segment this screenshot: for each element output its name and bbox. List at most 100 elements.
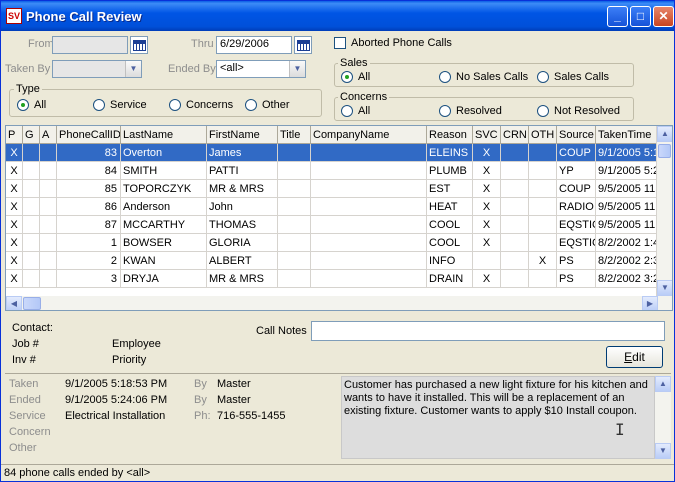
type-concerns-radio[interactable] xyxy=(169,99,181,111)
memo-scrollbar[interactable]: ▲ ▼ xyxy=(655,376,671,459)
title-bar[interactable]: SV Phone Call Review _ □ ✕ xyxy=(1,1,674,31)
taken-by-value: Master xyxy=(217,378,251,390)
type-other-radio[interactable] xyxy=(245,99,257,111)
table-cell xyxy=(278,144,311,162)
call-notes-field[interactable] xyxy=(311,321,665,341)
column-header[interactable]: P xyxy=(6,126,23,144)
scroll-up-icon[interactable]: ▲ xyxy=(657,126,672,142)
table-cell: 84 xyxy=(57,162,121,180)
concerns-not-resolved-radio[interactable] xyxy=(537,105,549,117)
column-header[interactable]: TakenTime xyxy=(596,126,660,144)
minimize-button[interactable]: _ xyxy=(607,6,628,27)
table-cell xyxy=(311,234,427,252)
table-cell xyxy=(23,216,40,234)
type-all-radio[interactable] xyxy=(17,99,29,111)
table-cell: PATTI xyxy=(207,162,278,180)
table-cell xyxy=(40,144,57,162)
column-header[interactable]: CRN xyxy=(501,126,529,144)
table-cell xyxy=(529,216,557,234)
table-cell xyxy=(311,270,427,288)
taken-by-label: Taken By xyxy=(5,63,51,75)
table-cell: 2 xyxy=(57,252,121,270)
edit-button[interactable]: Edit xyxy=(606,346,663,368)
type-group-title: Type xyxy=(14,83,42,95)
other-label: Other xyxy=(9,442,37,454)
from-label: From xyxy=(28,38,54,50)
column-header[interactable]: OTH xyxy=(529,126,557,144)
table-cell xyxy=(278,270,311,288)
table-cell xyxy=(278,198,311,216)
scroll-down-icon[interactable]: ▼ xyxy=(655,443,671,459)
concerns-all-radio[interactable] xyxy=(341,105,353,117)
app-icon[interactable]: SV xyxy=(6,8,22,24)
sales-calls-radio[interactable] xyxy=(537,71,549,83)
table-cell: X xyxy=(473,180,501,198)
type-service-radio[interactable] xyxy=(93,99,105,111)
table-cell xyxy=(501,270,529,288)
grid-horizontal-scrollbar[interactable]: ◀ ▶ xyxy=(6,296,672,310)
taken-label: Taken xyxy=(9,378,39,390)
column-header[interactable]: Reason xyxy=(427,126,473,144)
maximize-button[interactable]: □ xyxy=(630,6,651,27)
table-cell: PLUMB xyxy=(427,162,473,180)
column-header[interactable]: Source xyxy=(557,126,596,144)
table-cell xyxy=(40,270,57,288)
concerns-resolved-radio[interactable] xyxy=(439,105,451,117)
scroll-up-icon[interactable]: ▲ xyxy=(655,376,671,392)
vertical-scroll-thumb[interactable] xyxy=(658,144,671,158)
chevron-down-icon[interactable]: ▼ xyxy=(289,61,305,77)
table-cell: X xyxy=(473,144,501,162)
table-row[interactable]: X 87 MCCARTHY THOMAS COOL X EQSTIC 9/5/2005 11 xyxy=(6,216,660,234)
scroll-down-icon[interactable]: ▼ xyxy=(657,280,672,296)
table-row[interactable]: X 1 BOWSER GLORIA COOL X EQSTIC 8/2/2002 1:4 xyxy=(6,234,660,252)
table-row[interactable]: X 86 Anderson John HEAT X RADIO 9/5/2005 11 xyxy=(6,198,660,216)
from-date-field[interactable] xyxy=(52,36,128,54)
thru-calendar-button[interactable] xyxy=(294,36,312,54)
table-cell xyxy=(529,180,557,198)
table-cell: YP xyxy=(557,162,596,180)
horizontal-scroll-thumb[interactable] xyxy=(23,297,41,310)
table-row[interactable]: X 3 DRYJA MR & MRS DRAIN X PS 8/2/2002 3:2 xyxy=(6,270,660,288)
table-cell: GLORIA xyxy=(207,234,278,252)
table-row[interactable]: X 83 Overton James ELEINS X COUP 9/1/2005 5:1 xyxy=(6,144,660,162)
scroll-left-icon[interactable]: ◀ xyxy=(6,296,22,310)
column-header[interactable]: G xyxy=(23,126,40,144)
table-cell: Overton xyxy=(121,144,207,162)
column-header[interactable]: CompanyName xyxy=(311,126,427,144)
sales-all-label: All xyxy=(358,71,371,83)
chevron-down-icon[interactable]: ▼ xyxy=(125,61,141,77)
table-row[interactable]: X 85 TOPORCZYK MR & MRS EST X COUP 9/5/2005 11 xyxy=(6,180,660,198)
table-cell xyxy=(23,198,40,216)
table-cell: X xyxy=(6,144,23,162)
close-button[interactable]: ✕ xyxy=(653,6,674,27)
column-header[interactable]: PhoneCallID xyxy=(57,126,121,144)
sales-none-radio[interactable] xyxy=(439,71,451,83)
table-cell: 8/2/2002 2:3 xyxy=(596,252,660,270)
table-cell xyxy=(23,252,40,270)
column-header[interactable]: LastName xyxy=(121,126,207,144)
concerns-resolved-label: Resolved xyxy=(456,105,502,117)
table-cell: X xyxy=(6,252,23,270)
thru-date-field[interactable]: 6/29/2006 xyxy=(216,36,292,54)
scroll-right-icon[interactable]: ▶ xyxy=(642,296,658,310)
aborted-calls-checkbox[interactable] xyxy=(334,37,346,49)
table-cell: COOL xyxy=(427,216,473,234)
column-header[interactable]: FirstName xyxy=(207,126,278,144)
column-header[interactable]: A xyxy=(40,126,57,144)
column-header[interactable]: Title xyxy=(278,126,311,144)
table-cell: 1 xyxy=(57,234,121,252)
sales-all-radio[interactable] xyxy=(341,71,353,83)
column-header[interactable]: SVC xyxy=(473,126,501,144)
from-calendar-button[interactable] xyxy=(130,36,148,54)
table-cell xyxy=(278,252,311,270)
table-cell: 86 xyxy=(57,198,121,216)
call-memo-text[interactable]: Customer has purchased a new light fixtu… xyxy=(341,376,655,459)
sales-none-label: No Sales Calls xyxy=(456,71,529,83)
separator xyxy=(5,373,671,374)
job-label: Job # xyxy=(12,338,39,350)
table-row[interactable]: X 84 SMITH PATTI PLUMB X YP 9/1/2005 5:2 xyxy=(6,162,660,180)
phone-calls-grid[interactable]: P G A PhoneCallID LastName FirstName Title Comp… xyxy=(5,125,673,311)
grid-vertical-scrollbar[interactable]: ▲ ▼ xyxy=(656,126,672,296)
table-row[interactable]: X 2 KWAN ALBERT INFO X PS 8/2/2002 2:3 xyxy=(6,252,660,270)
table-cell: X xyxy=(6,180,23,198)
